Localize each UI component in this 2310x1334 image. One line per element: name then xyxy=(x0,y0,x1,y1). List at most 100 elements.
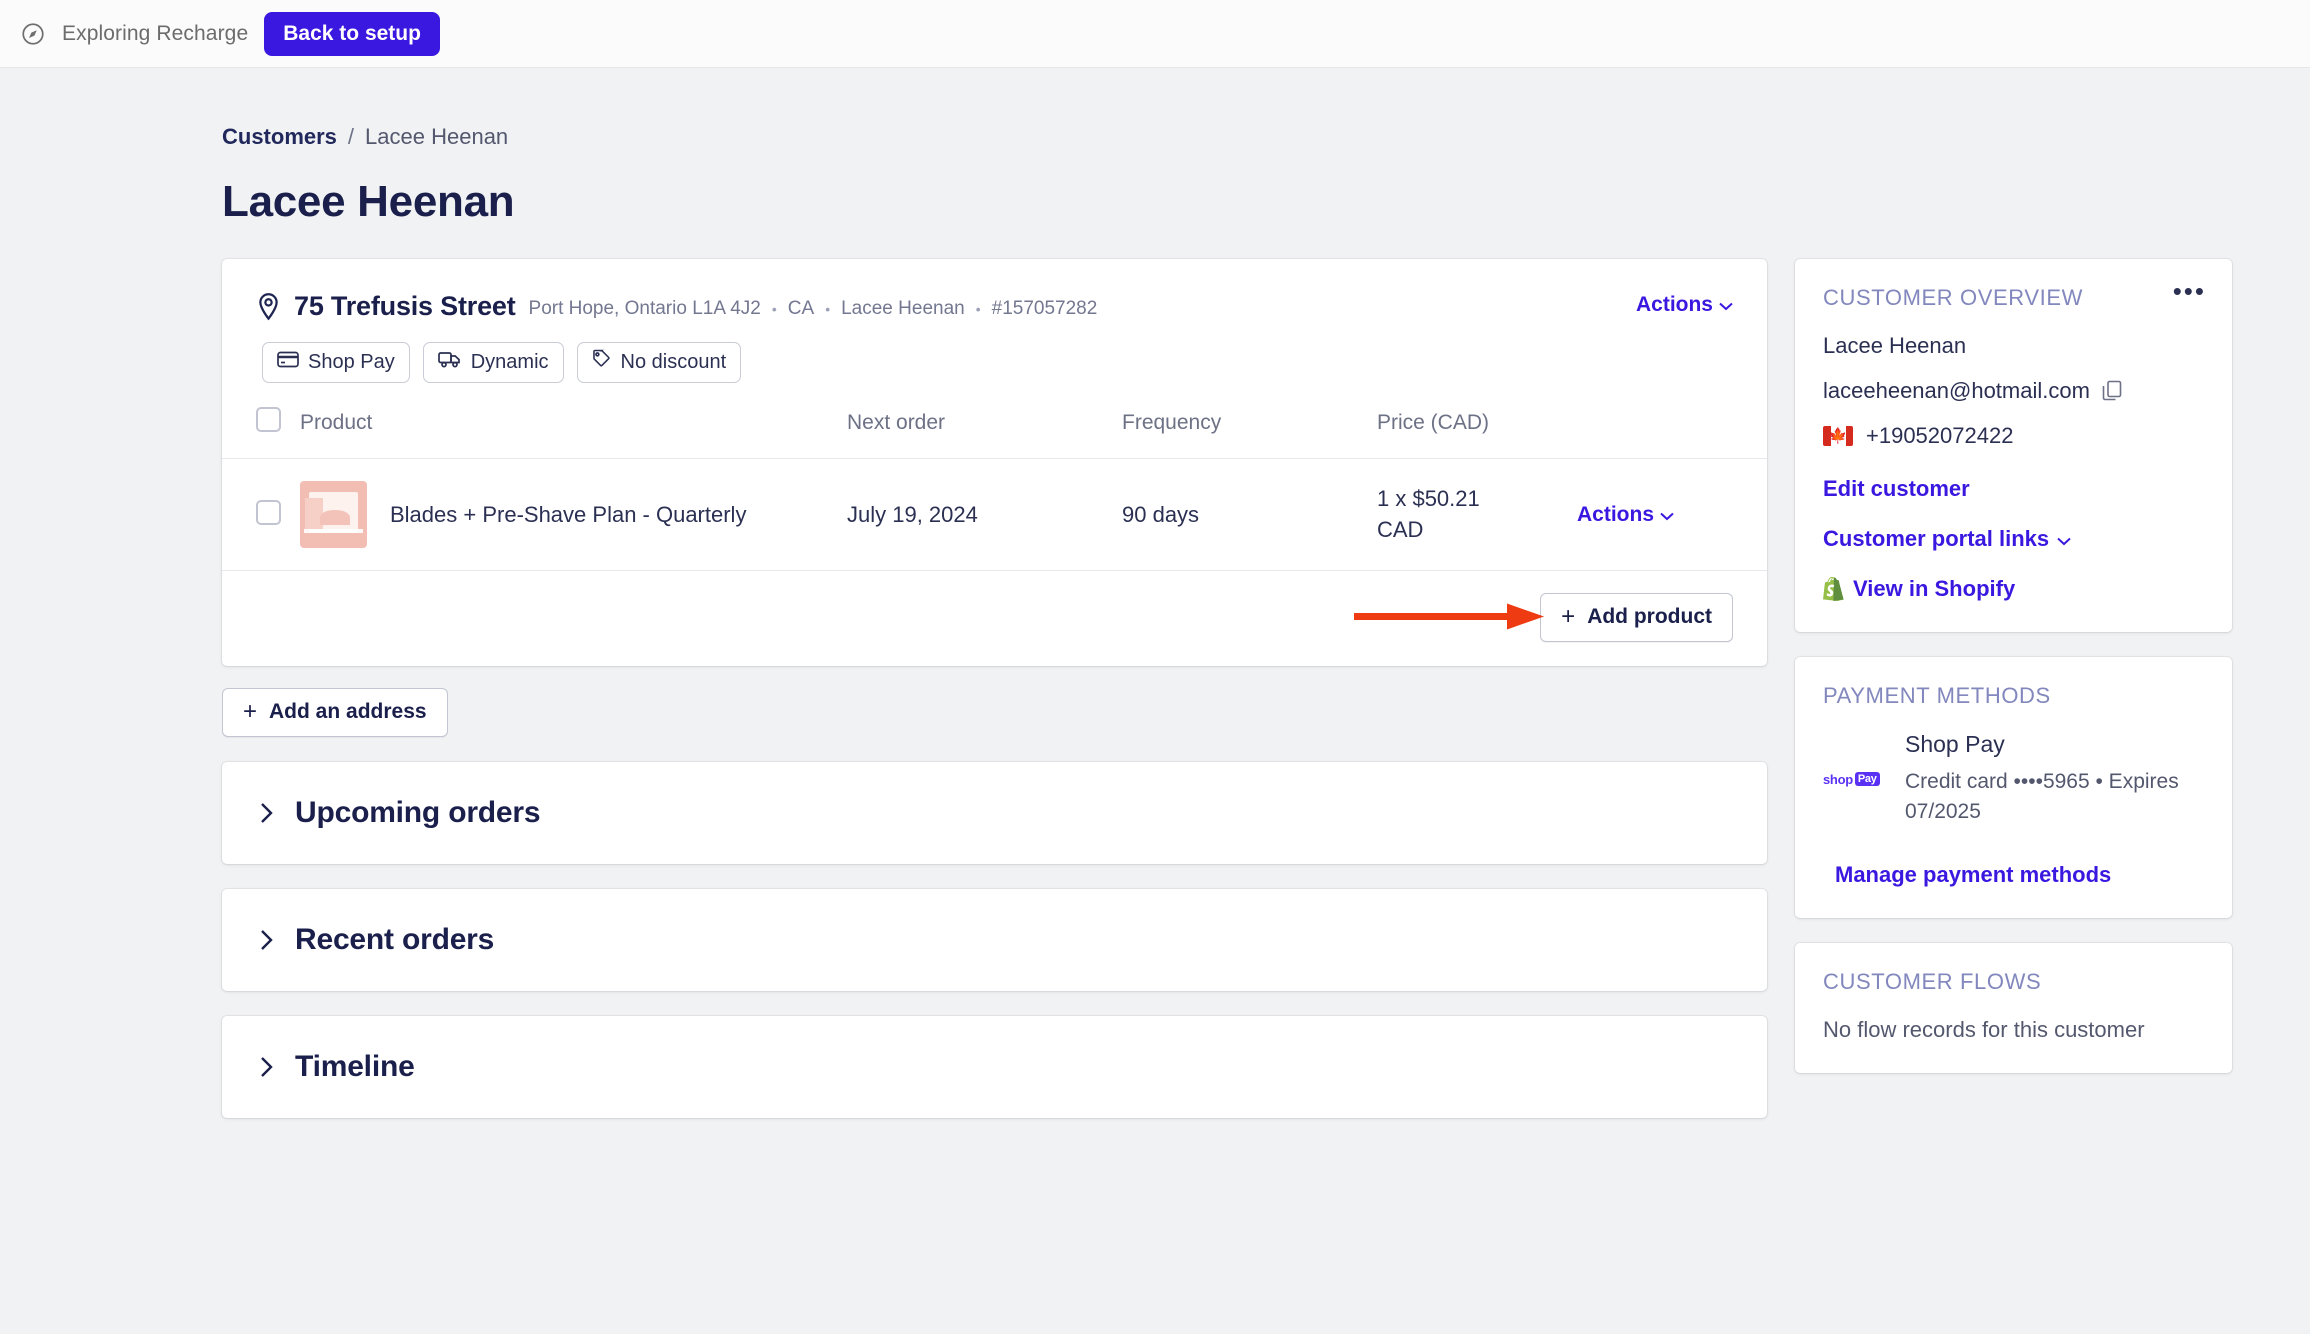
view-in-shopify-label: View in Shopify xyxy=(1853,576,2015,602)
payment-method-name: Shop Pay xyxy=(1905,731,2204,758)
customer-flows-card: CUSTOMER FLOWS No flow records for this … xyxy=(1795,943,2232,1073)
add-product-row: + Add product xyxy=(222,570,1767,666)
address-actions-button[interactable]: Actions xyxy=(1636,293,1733,317)
accordion-recent-orders[interactable]: Recent orders xyxy=(222,889,1767,991)
page-title: Lacee Heenan xyxy=(222,177,2310,227)
address-street: 75 Trefusis Street xyxy=(294,291,516,322)
add-an-address-label: Add an address xyxy=(269,700,427,724)
address-card: 75 Trefusis Street Port Hope, Ontario L1… xyxy=(222,259,1767,666)
truck-icon xyxy=(438,350,462,374)
chevron-right-icon xyxy=(260,802,273,824)
accordion-timeline[interactable]: Timeline xyxy=(222,1016,1767,1118)
address-meta-city: Port Hope, Ontario L1A 4J2 xyxy=(529,298,761,320)
plus-icon: + xyxy=(1561,605,1575,629)
view-in-shopify-link[interactable]: View in Shopify xyxy=(1823,576,2204,602)
sidebar: CUSTOMER OVERVIEW ••• Lacee Heenan lacee… xyxy=(1795,259,2232,1073)
column-price: Price (CAD) xyxy=(1377,407,1577,459)
row-actions-cell: Actions xyxy=(1577,459,1767,571)
accordion-upcoming-orders[interactable]: Upcoming orders xyxy=(222,762,1767,864)
address-meta-id: #157057282 xyxy=(992,298,1098,320)
column-next-order: Next order xyxy=(847,407,1122,459)
column-product: Product xyxy=(300,407,847,459)
meta-dot-3: • xyxy=(976,301,981,317)
accordion-timeline-label: Timeline xyxy=(295,1050,415,1084)
badge-dynamic[interactable]: Dynamic xyxy=(423,342,564,383)
accordion-upcoming-orders-label: Upcoming orders xyxy=(295,796,540,830)
add-product-button[interactable]: + Add product xyxy=(1540,593,1733,642)
row-actions-button[interactable]: Actions xyxy=(1577,503,1767,527)
location-pin-icon xyxy=(256,292,281,322)
address-line: 75 Trefusis Street Port Hope, Ontario L1… xyxy=(256,291,1733,322)
shop-pay-logo-pill: Pay xyxy=(1855,772,1880,786)
back-to-setup-button[interactable]: Back to setup xyxy=(264,12,440,56)
customer-portal-links-label: Customer portal links xyxy=(1823,526,2049,552)
customer-flows-empty-text: No flow records for this customer xyxy=(1823,1017,2204,1043)
shop-pay-logo-text: shop xyxy=(1823,772,1853,787)
badge-no-discount[interactable]: No discount xyxy=(577,342,742,383)
select-all-header xyxy=(222,407,300,459)
column-frequency: Frequency xyxy=(1122,407,1377,459)
edit-customer-link[interactable]: Edit customer xyxy=(1823,476,2204,502)
main-column: 75 Trefusis Street Port Hope, Ontario L1… xyxy=(222,259,1767,1118)
top-bar: Exploring Recharge Back to setup xyxy=(0,0,2310,68)
tag-icon xyxy=(592,349,612,375)
row-next-order: July 19, 2024 xyxy=(847,459,1122,571)
accordion-recent-orders-label: Recent orders xyxy=(295,923,494,957)
breadcrumb-customers-link[interactable]: Customers xyxy=(222,124,337,150)
customer-flows-title: CUSTOMER FLOWS xyxy=(1823,969,2204,995)
table-row: Blades + Pre-Shave Plan - Quarterly July… xyxy=(222,459,1767,571)
customer-portal-links-dropdown[interactable]: Customer portal links xyxy=(1823,526,2204,552)
badge-shop-pay-label: Shop Pay xyxy=(308,351,395,374)
compass-icon xyxy=(20,21,46,47)
badge-shop-pay[interactable]: Shop Pay xyxy=(262,342,410,383)
badge-dynamic-label: Dynamic xyxy=(471,351,549,374)
manage-payment-methods-link[interactable]: Manage payment methods xyxy=(1823,862,2204,888)
address-card-header: 75 Trefusis Street Port Hope, Ontario L1… xyxy=(222,259,1767,322)
app-name: Exploring Recharge xyxy=(62,22,248,46)
row-frequency: 90 days xyxy=(1122,459,1377,571)
chevron-down-icon xyxy=(1660,503,1674,527)
table-header-row: Product Next order Frequency Price (CAD) xyxy=(222,407,1767,459)
payment-methods-title: PAYMENT METHODS xyxy=(1823,683,2204,709)
shop-pay-logo-icon: shop Pay xyxy=(1823,772,1885,787)
customer-phone-row: 🍁 +19052072422 xyxy=(1823,423,2204,449)
customer-email-row: laceeheenan@hotmail.com xyxy=(1823,378,2204,404)
plus-icon: + xyxy=(243,700,257,724)
breadcrumb: Customers / Lacee Heenan xyxy=(222,68,2310,150)
chevron-down-icon xyxy=(1719,293,1733,317)
page-content: Customers / Lacee Heenan Lacee Heenan xyxy=(0,68,2310,1118)
main-columns: 75 Trefusis Street Port Hope, Ontario L1… xyxy=(222,259,2310,1118)
annotation-arrow xyxy=(1352,601,1552,636)
add-an-address-button[interactable]: + Add an address xyxy=(222,688,448,737)
row-price-cell: 1 x $50.21 CAD xyxy=(1377,459,1577,571)
badge-no-discount-label: No discount xyxy=(621,351,727,374)
row-actions-label: Actions xyxy=(1577,503,1654,527)
customer-phone: +19052072422 xyxy=(1866,423,2013,449)
chevron-right-icon xyxy=(260,929,273,951)
payment-method-detail: Credit card ••••5965 • Expires 07/2025 xyxy=(1905,767,2204,828)
add-product-label: Add product xyxy=(1587,605,1712,629)
copy-icon[interactable] xyxy=(2102,380,2122,402)
customer-overview-title: CUSTOMER OVERVIEW xyxy=(1823,285,2204,311)
canada-flag-icon: 🍁 xyxy=(1823,426,1853,446)
breadcrumb-separator: / xyxy=(348,124,354,150)
column-actions xyxy=(1577,407,1767,459)
breadcrumb-current: Lacee Heenan xyxy=(365,124,508,150)
row-select-cell xyxy=(222,459,300,571)
product-thumbnail xyxy=(300,481,367,548)
shopify-bag-icon xyxy=(1823,577,1845,601)
chevron-down-icon xyxy=(2057,526,2071,552)
address-meta: Port Hope, Ontario L1A 4J2 • CA • Lacee … xyxy=(529,294,1098,320)
ellipsis-icon[interactable]: ••• xyxy=(2173,285,2206,298)
customer-overview-card: CUSTOMER OVERVIEW ••• Lacee Heenan lacee… xyxy=(1795,259,2232,632)
address-meta-name: Lacee Heenan xyxy=(841,298,965,320)
meta-dot-1: • xyxy=(772,301,777,317)
address-meta-country: CA xyxy=(788,298,814,320)
table-head: Product Next order Frequency Price (CAD) xyxy=(222,407,1767,459)
app-root: Exploring Recharge Back to setup Custome… xyxy=(0,0,2310,1334)
table-body: Blades + Pre-Shave Plan - Quarterly July… xyxy=(222,459,1767,571)
subscription-products-table: Product Next order Frequency Price (CAD) xyxy=(222,407,1767,570)
credit-card-icon xyxy=(277,351,299,374)
row-checkbox[interactable] xyxy=(256,500,281,525)
select-all-checkbox[interactable] xyxy=(256,407,281,432)
